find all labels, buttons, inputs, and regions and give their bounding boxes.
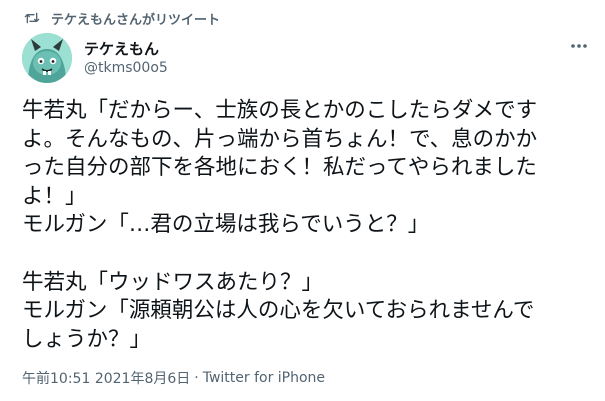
more-options-button[interactable]: [566, 36, 592, 56]
tweet-time[interactable]: 午前10:51: [22, 368, 90, 388]
tweet-text-line: よ。そんなもの、片っ端から首ちょん！で、息のかか: [22, 126, 538, 152]
tweet-meta: 午前10:51 2021年8月6日 · Twitter for iPhone: [22, 368, 325, 388]
tweet-source[interactable]: Twitter for iPhone: [203, 370, 325, 386]
retweet-indicator[interactable]: テケえもんさんがリツイート: [24, 9, 221, 28]
avatar[interactable]: [22, 33, 72, 83]
author-handle[interactable]: @tkms00o5: [84, 60, 168, 76]
tweet-text: 牛若丸「だからー、士族の長とかのこしたらダメです よ。そんなもの、片っ端から首ち…: [22, 97, 597, 354]
tweet-text-line: 牛若丸「ウッドワスあたり？」: [22, 269, 324, 295]
more-horizontal-icon: [571, 44, 587, 48]
retweet-label: テケえもんさんがリツイート: [51, 12, 221, 28]
tweet-text-line: モルガン「…君の立場は我らでいうと？」: [22, 212, 430, 238]
meta-separator: ·: [194, 370, 199, 386]
tweet-card[interactable]: テケえもんさんがリツイート テケえもん @tkms00o5 牛若丸「だからー、士…: [0, 0, 605, 401]
tweet-text-line: よ！」: [22, 183, 87, 209]
tweet-text-line: った自分の部下を各地におく！私だってやられました: [22, 155, 537, 181]
author-display-name[interactable]: テケえもん: [84, 38, 159, 59]
avatar-character-icon: [22, 33, 72, 83]
tweet-text-line: モルガン「源頼朝公は人の心を欠いておられませんで: [22, 298, 535, 324]
retweet-icon: [24, 11, 40, 25]
tweet-text-line: 牛若丸「だからー、士族の長とかのこしたらダメです: [22, 98, 538, 123]
tweet-date[interactable]: 2021年8月6日: [95, 368, 190, 388]
tweet-text-line: [22, 240, 597, 269]
tweet-text-line: しょうか？」: [22, 326, 152, 352]
